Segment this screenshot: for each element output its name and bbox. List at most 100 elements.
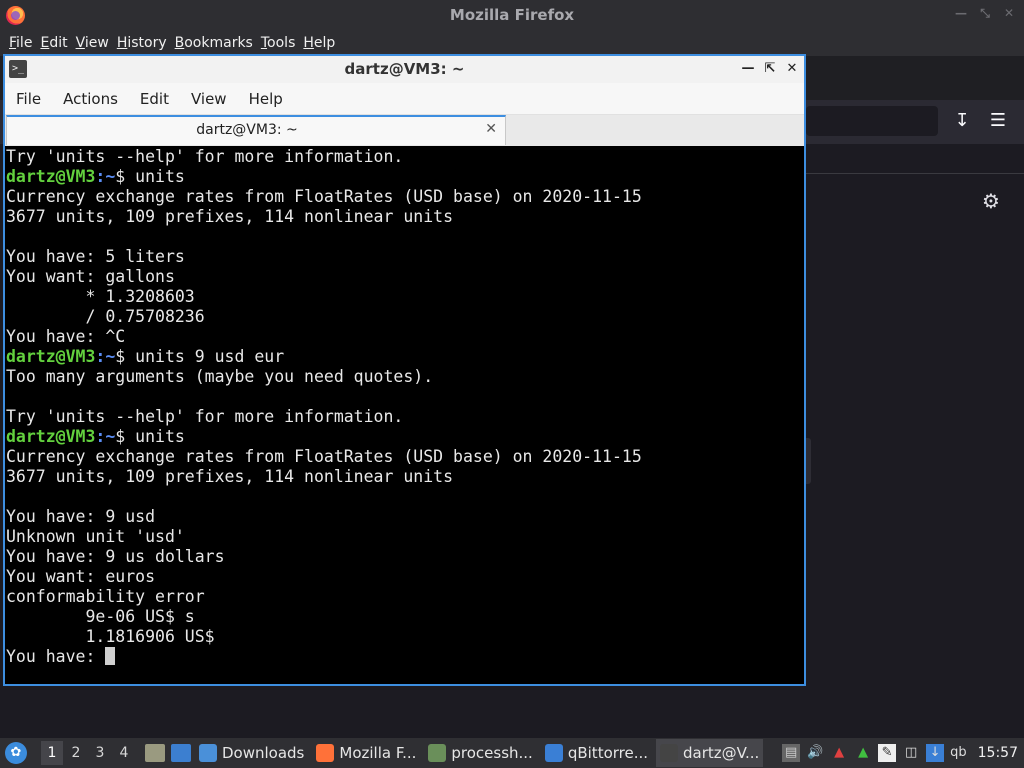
prompt-command: $ units 9 usd eur	[115, 347, 285, 366]
volume-icon[interactable]: 🔊	[806, 744, 824, 762]
qbittorrent-tray-icon[interactable]: qb	[950, 744, 967, 762]
terminal-prompt-line: dartz@VM3:~$ units 9 usd eur	[6, 347, 804, 367]
minimize-icon[interactable]: —	[740, 59, 756, 79]
firefox-menu-view[interactable]: View	[76, 35, 109, 51]
taskbar-task-5[interactable]: dartz@V...	[656, 739, 764, 767]
workspace-3[interactable]: 3	[89, 741, 111, 765]
terminal-tabbar: dartz@VM3: ~ ✕	[5, 115, 804, 146]
terminal-output-line: 1.1816906 US$	[6, 627, 215, 646]
clock[interactable]: 15:57	[978, 745, 1018, 761]
notes-icon[interactable]: ✎	[878, 744, 897, 762]
clipboard-icon[interactable]: ▤	[782, 744, 801, 762]
file-manager-launcher-icon[interactable]	[145, 744, 165, 762]
terminal-output-line: Currency exchange rates from FloatRates …	[6, 187, 642, 206]
network-graph-icon[interactable]: ▲	[854, 744, 872, 762]
start-menu-icon[interactable]: ✿	[5, 742, 27, 764]
monitor-icon	[428, 744, 447, 762]
terminal-output-line: You want: euros	[6, 567, 156, 586]
taskbar-task-4[interactable]: qBittorre...	[541, 739, 652, 767]
gear-icon[interactable]: ⚙	[980, 190, 1002, 212]
taskbar-task-2[interactable]: Mozilla F...	[312, 739, 420, 767]
firefox-menu-bookmarks[interactable]: Bookmarks	[175, 35, 253, 51]
prompt-path: :~	[95, 167, 116, 186]
terminal-output-line: Try 'units --help' for more information.	[6, 407, 404, 426]
text-cursor	[105, 647, 116, 665]
firefox-logo-icon	[6, 6, 25, 25]
terminal-output-line: Unknown unit 'usd'	[6, 527, 185, 546]
maximize-icon[interactable]: ⇱	[762, 59, 778, 79]
workspace-4[interactable]: 4	[113, 741, 135, 765]
terminal-output[interactable]: Try 'units --help' for more information.…	[5, 146, 804, 684]
prompt-path: :~	[95, 427, 116, 446]
close-icon[interactable]: ✕	[1002, 6, 1016, 20]
terminal-menu-help[interactable]: Help	[241, 90, 291, 108]
terminal-menu-actions[interactable]: Actions	[55, 90, 126, 108]
firefox-icon	[316, 744, 335, 762]
terminal-output-line: 3677 units, 109 prefixes, 114 nonlinear …	[6, 467, 454, 486]
terminal-titlebar[interactable]: >_ dartz@VM3: ~ — ⇱ ✕	[5, 56, 804, 83]
show-desktop-icon[interactable]	[171, 744, 191, 762]
terminal-prompt-line: dartz@VM3:~$ units	[6, 427, 804, 447]
terminal-prompt-line: dartz@VM3:~$ units	[6, 167, 804, 187]
download-icon[interactable]: ↧	[948, 107, 976, 135]
firefox-menu-edit[interactable]: Edit	[40, 35, 67, 51]
firefox-menu-file[interactable]: File	[9, 35, 32, 51]
minimize-icon[interactable]: —	[954, 6, 968, 20]
terminal-tab[interactable]: dartz@VM3: ~ ✕	[6, 115, 506, 145]
prompt-path: :~	[95, 347, 116, 366]
taskbar-task-label: Mozilla F...	[339, 744, 417, 762]
terminal-output-line: * 1.3208603	[6, 287, 195, 306]
prompt-user: dartz@VM3	[6, 167, 96, 186]
terminal-menubar: File Actions Edit View Help	[5, 83, 804, 115]
hamburger-menu-icon[interactable]: ☰	[984, 107, 1012, 135]
terminal-menu-view[interactable]: View	[183, 90, 235, 108]
prompt-command: $ units	[115, 427, 185, 446]
workspace-1[interactable]: 1	[41, 741, 63, 765]
terminal-output-line: You have: 9 us dollars	[6, 547, 225, 566]
terminal-output-line: You have: 9 usd	[6, 507, 156, 526]
taskbar-task-label: qBittorre...	[567, 744, 649, 762]
taskbar-task-label: processh...	[451, 744, 533, 762]
system-tray: ▤ 🔊 ▲ ▲ ✎ ◫ ↓ qb	[779, 744, 970, 762]
tab-close-icon[interactable]: ✕	[485, 121, 497, 137]
workspace-2[interactable]: 2	[65, 741, 87, 765]
prompt-user: dartz@VM3	[6, 347, 96, 366]
terminal-output-line: Too many arguments (maybe you need quote…	[6, 367, 434, 386]
url-bar[interactable]	[806, 106, 938, 136]
maximize-icon[interactable]: ⤡	[978, 6, 992, 20]
terminal-window: >_ dartz@VM3: ~ — ⇱ ✕ File Actions Edit …	[3, 54, 806, 686]
qbittorrent-icon	[544, 744, 563, 762]
close-icon[interactable]: ✕	[784, 59, 800, 79]
prompt-command: $ units	[115, 167, 185, 186]
firefox-page-header	[806, 144, 1024, 174]
prompt-user: dartz@VM3	[6, 427, 96, 446]
input-prompt: You have:	[6, 647, 106, 666]
terminal-output-line: conformability error	[6, 587, 205, 606]
network-icon[interactable]: ◫	[902, 744, 920, 762]
terminal-output-line: 3677 units, 109 prefixes, 114 nonlinear …	[6, 207, 454, 226]
taskbar-task-label: Downloads	[222, 744, 305, 762]
terminal-tab-label: dartz@VM3: ~	[196, 122, 298, 138]
firefox-window-title: Mozilla Firefox	[449, 6, 575, 24]
taskbar-task-1[interactable]: Downloads	[195, 739, 308, 767]
folder-icon	[199, 744, 217, 762]
firefox-titlebar[interactable]: Mozilla Firefox — ⤡ ✕	[0, 0, 1024, 30]
firefox-menubar: File Edit View History Bookmarks Tools H…	[0, 30, 1024, 56]
terminal-menu-file[interactable]: File	[8, 90, 49, 108]
terminal-icon	[660, 744, 679, 762]
terminal-output-line: You want: gallons	[6, 267, 175, 286]
terminal-output-line: Try 'units --help' for more information.	[6, 147, 404, 166]
terminal-output-line: 9e-06 US$ s	[6, 607, 195, 626]
firefox-menu-history[interactable]: History	[117, 35, 167, 51]
firefox-menu-help[interactable]: Help	[303, 35, 335, 51]
updates-icon[interactable]: ↓	[926, 744, 945, 762]
terminal-menu-edit[interactable]: Edit	[132, 90, 177, 108]
terminal-input-line[interactable]: You have:	[6, 647, 804, 667]
cpu-graph-icon[interactable]: ▲	[830, 744, 848, 762]
terminal-output-line: / 0.75708236	[6, 307, 205, 326]
taskbar-task-3[interactable]: processh...	[424, 739, 536, 767]
firefox-menu-tools[interactable]: Tools	[261, 35, 296, 51]
